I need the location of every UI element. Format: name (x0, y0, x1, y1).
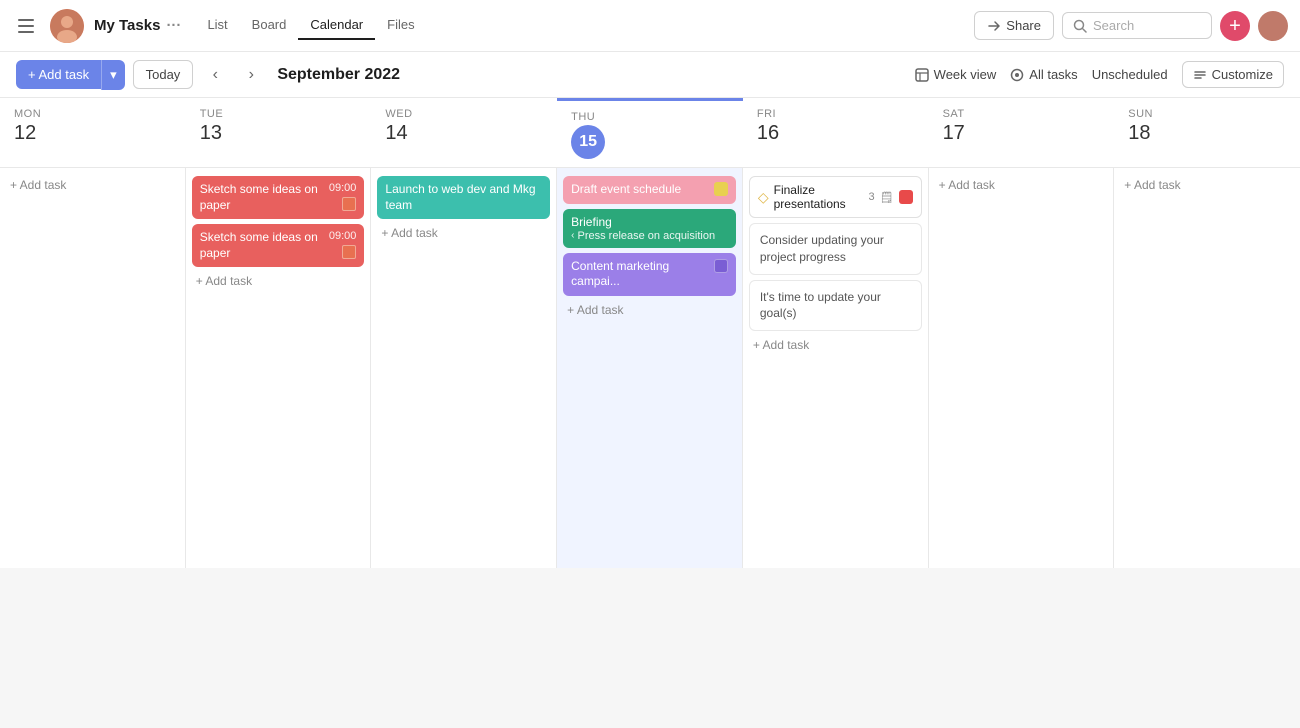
task-consider-updating[interactable]: Consider updating your project progress (749, 223, 922, 275)
task-briefing[interactable]: Briefing ‹ Press release on acquisition (563, 209, 736, 248)
finalize-badge: 3 (868, 191, 874, 203)
nav-right-actions: Share Search + (974, 11, 1288, 41)
day-col-tue: Sketch some ideas on paper 09:00 Sketch … (186, 168, 372, 568)
diamond-icon: ◇ (758, 189, 769, 206)
add-task-button-group: + Add task ▾ (16, 60, 125, 90)
add-task-button[interactable]: + Add task (16, 60, 101, 89)
page-title: My Tasks ··· (94, 17, 181, 34)
current-month-title: September 2022 (277, 66, 400, 84)
add-task-sat[interactable]: + Add task (935, 176, 1108, 194)
add-task-dropdown-button[interactable]: ▾ (101, 60, 125, 90)
day-header-fri: FRI 16 (743, 98, 929, 167)
today-button[interactable]: Today (133, 60, 194, 89)
top-navigation: My Tasks ··· List Board Calendar Files S… (0, 0, 1300, 52)
day-col-wed: Launch to web dev and Mkg team + Add tas… (371, 168, 557, 568)
day-header-sat: SAT 17 (929, 98, 1115, 167)
add-task-sun[interactable]: + Add task (1120, 176, 1294, 194)
day-col-mon: + Add task (0, 168, 186, 568)
calendar-body: + Add task Sketch some ideas on paper 09… (0, 168, 1300, 568)
prev-week-button[interactable]: ‹ (201, 61, 229, 89)
add-task-fri[interactable]: + Add task (749, 336, 922, 354)
tab-calendar[interactable]: Calendar (298, 11, 375, 40)
title-menu-icon[interactable]: ··· (166, 17, 181, 34)
next-week-button[interactable]: › (237, 61, 265, 89)
tab-files[interactable]: Files (375, 11, 426, 40)
day-header-mon: MON 12 (0, 98, 186, 167)
finalize-color-badge (899, 190, 913, 204)
customize-button[interactable]: Customize (1182, 61, 1284, 88)
day-header-wed: WED 14 (371, 98, 557, 167)
day-col-sun: + Add task (1114, 168, 1300, 568)
task-sketch-2[interactable]: Sketch some ideas on paper 09:00 (192, 224, 365, 267)
day-header-tue: TUE 13 (186, 98, 372, 167)
user-avatar[interactable] (50, 9, 84, 43)
user-avatar-small[interactable] (1258, 11, 1288, 41)
add-task-wed[interactable]: + Add task (377, 224, 550, 242)
share-button[interactable]: Share (974, 11, 1054, 40)
week-view-button[interactable]: Week view (915, 67, 997, 82)
briefing-sub-text: Press release on acquisition (577, 230, 715, 242)
day-col-sat: + Add task (929, 168, 1115, 568)
add-task-mon[interactable]: + Add task (6, 176, 179, 194)
add-task-tue[interactable]: + Add task (192, 272, 365, 290)
calendar-container: MON 12 TUE 13 WED 14 THU 15 FRI 16 SAT 1… (0, 98, 1300, 568)
hamburger-menu-button[interactable] (12, 12, 40, 40)
day-col-thu: Draft event schedule Briefing ‹ Press re… (557, 168, 743, 568)
unscheduled-button[interactable]: Unscheduled (1092, 67, 1168, 82)
add-task-thu[interactable]: + Add task (563, 301, 736, 319)
day-col-fri: ◇ Finalize presentations 3 🗒 Consider up… (743, 168, 929, 568)
search-bar[interactable]: Search (1062, 12, 1212, 39)
task-content-marketing[interactable]: Content marketing campai... (563, 253, 736, 296)
create-new-button[interactable]: + (1220, 11, 1250, 41)
calendar-toolbar: + Add task ▾ Today ‹ › September 2022 We… (0, 52, 1300, 98)
task-sketch-1[interactable]: Sketch some ideas on paper 09:00 (192, 176, 365, 219)
toolbar-right-actions: Week view All tasks Unscheduled Customiz… (915, 61, 1284, 88)
tab-board[interactable]: Board (240, 11, 299, 40)
task-launch[interactable]: Launch to web dev and Mkg team (377, 176, 550, 219)
task-draft-event[interactable]: Draft event schedule (563, 176, 736, 204)
task-update-goals[interactable]: It's time to update your goal(s) (749, 280, 922, 332)
finalize-subtask-icon: 🗒 (880, 191, 894, 204)
calendar-day-headers: MON 12 TUE 13 WED 14 THU 15 FRI 16 SAT 1… (0, 98, 1300, 168)
tab-list[interactable]: List (195, 11, 239, 40)
all-tasks-button[interactable]: All tasks (1010, 67, 1077, 82)
view-tabs: List Board Calendar Files (195, 11, 426, 40)
task-finalize-presentations[interactable]: ◇ Finalize presentations 3 🗒 (749, 176, 922, 218)
day-header-thu: THU 15 (557, 98, 743, 167)
day-header-sun: SUN 18 (1114, 98, 1300, 167)
